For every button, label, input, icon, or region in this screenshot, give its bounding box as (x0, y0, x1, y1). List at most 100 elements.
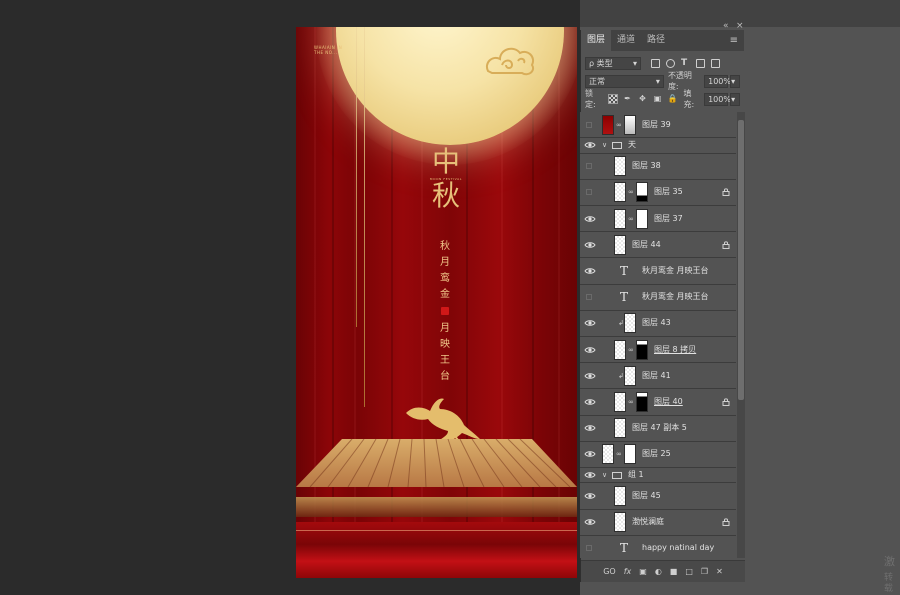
layer-name: 图层 47 副本 5 (632, 423, 687, 433)
lock-position-icon[interactable]: ✥ (638, 94, 648, 104)
layer-mask-thumbnail[interactable] (624, 444, 636, 465)
layer-thumbnail (614, 208, 626, 229)
visibility-off-toggle[interactable] (586, 189, 592, 196)
layer-row[interactable]: T 秋月鸾金 月映王台 (580, 258, 736, 285)
verse-char: 月 (440, 257, 450, 268)
eye-icon[interactable] (584, 398, 596, 406)
chevron-down-icon[interactable]: ∨ (602, 471, 607, 479)
layer-row[interactable]: ∞ 图层 39 (580, 112, 736, 139)
layer-row[interactable]: ∞ 图层 8 拷贝 (580, 337, 736, 364)
chain-link-icon[interactable]: ∞ (616, 450, 622, 458)
layer-row[interactable]: 渤悦澜庭 (580, 509, 736, 536)
group-row[interactable]: ∨ 组 1 (580, 467, 736, 484)
stage-platform (296, 437, 577, 578)
clipping-arrow-icon: ↲ (618, 371, 624, 380)
eye-icon[interactable] (584, 141, 596, 149)
fill-input[interactable]: 100% (704, 92, 731, 106)
layer-row[interactable]: 图层 44 (580, 232, 736, 259)
verse-char: 金 (440, 289, 450, 300)
layer-list: ∞ 图层 39 ∨ 天 图层 38 ∞ 图层 35 ∞ 图层 37 图层 44 … (580, 112, 736, 558)
tab-paths[interactable]: 路径 (641, 30, 671, 51)
add-mask-icon[interactable]: ▣ (639, 567, 647, 577)
lock-transparent-icon[interactable] (607, 94, 618, 104)
layer-thumbnail (602, 114, 614, 135)
eye-icon[interactable] (584, 267, 596, 275)
visibility-off-toggle[interactable] (586, 163, 592, 170)
new-group-icon[interactable]: ■ (670, 567, 678, 577)
new-artboard-icon[interactable]: ❐ (701, 567, 708, 577)
layer-thumbnail (624, 313, 636, 334)
eye-icon[interactable] (584, 241, 596, 249)
layer-row[interactable]: ∞ 图层 35 (580, 179, 736, 207)
adjustment-filter-icon[interactable] (666, 58, 675, 68)
eye-icon[interactable] (584, 492, 596, 500)
smart-object-filter-icon[interactable] (711, 58, 720, 68)
layer-mask-thumbnail[interactable] (636, 182, 648, 203)
visibility-off-toggle[interactable] (586, 121, 592, 128)
chain-link-icon[interactable]: ∞ (628, 215, 634, 223)
layer-thumbnail (614, 234, 626, 255)
layer-mask-thumbnail[interactable] (624, 114, 636, 135)
delete-layer-icon[interactable]: ✕ (716, 567, 723, 577)
opacity-slider-toggle[interactable]: ▾ (730, 74, 740, 88)
lock-artboard-icon[interactable]: ▣ (653, 94, 663, 104)
layer-name: happy natinal day (642, 543, 715, 553)
fx-icon[interactable]: fx (624, 567, 632, 577)
blend-mode-dropdown[interactable]: 正常 ▾ (585, 74, 664, 88)
layer-row[interactable]: ∞ 图层 40 (580, 389, 736, 416)
stage-base (296, 522, 577, 578)
eye-icon[interactable] (584, 450, 596, 458)
layer-row[interactable]: ↲ 图层 41 (580, 363, 736, 390)
eye-icon[interactable] (584, 319, 596, 327)
layer-mask-thumbnail[interactable] (636, 391, 648, 412)
layer-filter-dropdown[interactable]: ρ 类型 ▾ (585, 56, 641, 70)
panel-menu-icon[interactable]: ≡ (730, 36, 738, 46)
layer-row[interactable]: T happy natinal day (580, 535, 736, 558)
new-layer-icon[interactable]: □ (685, 567, 693, 577)
tab-channels[interactable]: 通道 (611, 30, 641, 51)
auspicious-cloud-icon (486, 47, 534, 76)
stage-line (296, 530, 577, 531)
scrollbar-thumb[interactable] (738, 120, 744, 400)
chain-link-icon[interactable]: ∞ (616, 121, 622, 129)
layer-name: 图层 35 (654, 187, 683, 197)
visibility-off-toggle[interactable] (586, 545, 592, 552)
visibility-off-toggle[interactable] (586, 294, 592, 301)
eye-icon[interactable] (584, 424, 596, 432)
shape-filter-icon[interactable] (696, 58, 705, 68)
poster-canvas[interactable]: WHAIAIN IN THE NO... 中秋 MOON FESTIVAL 秋 … (296, 27, 577, 578)
layer-row[interactable]: 图层 38 (580, 153, 736, 180)
layer-row[interactable]: T 秋月鸾金 月映王台 (580, 284, 736, 311)
fill-slider-toggle[interactable]: ▾ (730, 92, 740, 106)
group-row[interactable]: ∨ 天 (580, 138, 736, 154)
layer-row[interactable]: 图层 47 副本 5 (580, 415, 736, 442)
layer-row[interactable]: ∞ 图层 25 (580, 441, 736, 468)
layer-mask-thumbnail[interactable] (636, 339, 648, 360)
chain-link-icon[interactable]: ∞ (628, 398, 634, 406)
link-layers-icon[interactable]: GO (603, 567, 616, 577)
eye-icon[interactable] (584, 518, 596, 526)
chain-link-icon[interactable]: ∞ (628, 346, 634, 354)
eye-icon[interactable] (584, 372, 596, 380)
layer-mask-thumbnail[interactable] (636, 208, 648, 229)
layer-row[interactable]: 图层 45 (580, 483, 736, 510)
chevron-down-icon[interactable]: ∨ (602, 141, 607, 149)
layer-name: 图层 25 (642, 449, 671, 459)
eye-icon[interactable] (584, 215, 596, 223)
pixel-filter-icon[interactable] (651, 58, 660, 68)
lock-pixels-icon[interactable]: ✒ (623, 94, 633, 104)
lock-all-icon[interactable]: 🔒 (668, 94, 678, 104)
fill-label: 填充: (683, 89, 695, 109)
layer-row[interactable]: ∞ 图层 37 (580, 206, 736, 233)
dock-header: « × (580, 0, 900, 31)
chain-link-icon[interactable]: ∞ (628, 188, 634, 196)
opacity-input[interactable]: 100% (704, 74, 731, 88)
layer-row[interactable]: ↲ 图层 43 (580, 310, 736, 337)
tab-layers[interactable]: 图层 (581, 30, 612, 51)
text-layer-icon: T (620, 541, 629, 556)
eye-icon[interactable] (584, 471, 596, 479)
adjustment-layer-icon[interactable]: ◐ (655, 567, 662, 577)
type-filter-icon[interactable]: T (681, 58, 690, 68)
layers-scrollbar[interactable] (737, 112, 745, 558)
eye-icon[interactable] (584, 346, 596, 354)
